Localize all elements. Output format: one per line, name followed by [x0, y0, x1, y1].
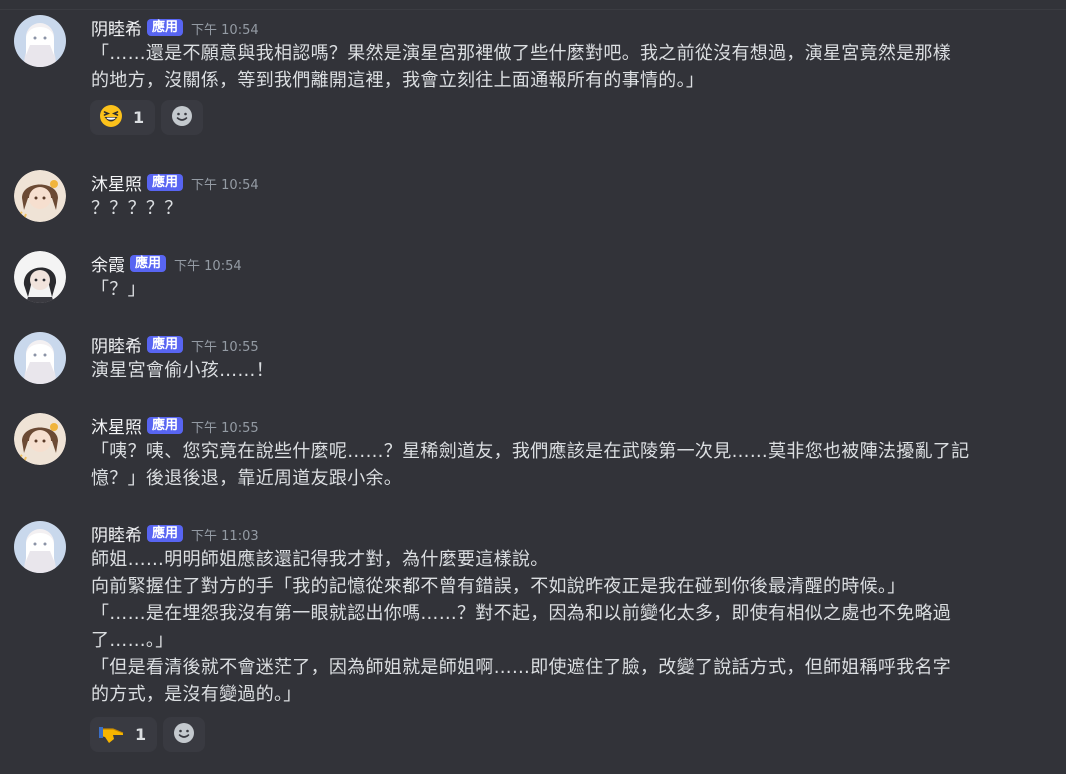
message-content: 「？」 — [91, 276, 1041, 303]
reactions-bar: 1 — [90, 100, 204, 135]
avatar[interactable] — [14, 332, 66, 384]
message-content: 「咦？咦、您究竟在說些什麼呢……？星稀劍道友，我們應該是在武陵第一次見……莫非您… — [91, 438, 1041, 492]
author-name[interactable]: 沐星照 — [91, 413, 142, 438]
top-divider — [0, 0, 1066, 10]
message-line: ？？？？？ — [91, 198, 183, 219]
avatar[interactable] — [14, 251, 66, 303]
smile-plus-icon — [173, 722, 195, 748]
smile-plus-icon — [171, 105, 193, 131]
timestamp[interactable]: 下午 10:54 — [191, 174, 259, 193]
add-reaction-button[interactable] — [161, 100, 204, 135]
author-name[interactable]: 阴睦希 — [91, 15, 142, 40]
avatar[interactable] — [14, 413, 66, 465]
timestamp[interactable]: 下午 11:03 — [191, 525, 259, 544]
message-line: 演星宮會偷小孩……！ — [91, 360, 274, 381]
author-name[interactable]: 余霞 — [91, 251, 125, 276]
message-line: 了……。」 — [91, 630, 174, 651]
app-badge: 應用 — [147, 173, 184, 191]
reaction-count: 1 — [135, 725, 147, 744]
message-line: 「……還是不願意與我相認嗎？果然是演星宮那裡做了些什麼對吧。我之前從沒有想過，演… — [91, 43, 952, 64]
reaction-pointing-hand[interactable]: 1 — [90, 717, 158, 752]
message-content: 師姐……明明師姐應該還記得我才對，為什麼要這樣說。 向前緊握住了對方的手「我的記… — [91, 546, 1041, 708]
timestamp[interactable]: 下午 10:55 — [191, 336, 259, 355]
message-content: 演星宮會偷小孩……！ — [91, 357, 1041, 384]
message-content: ？？？？？ — [91, 195, 1041, 222]
app-badge: 應用 — [147, 524, 184, 542]
avatar[interactable] — [14, 15, 66, 67]
timestamp[interactable]: 下午 10:55 — [191, 417, 259, 436]
author-name[interactable]: 阴睦希 — [91, 332, 142, 357]
message-content: 「……還是不願意與我相認嗎？果然是演星宮那裡做了些什麼對吧。我之前從沒有想過，演… — [91, 40, 1041, 94]
timestamp[interactable]: 下午 10:54 — [174, 255, 242, 274]
message-line: 的地方，沒關係，等到我們離開這裡，我會立刻往上面通報所有的事情的。」 — [91, 70, 705, 91]
pointing-hand-icon — [99, 721, 125, 749]
reactions-bar: 1 — [90, 717, 206, 752]
message-line: 「？」 — [91, 279, 146, 300]
message-line: 師姐……明明師姐應該還記得我才對，為什麼要這樣說。 — [91, 549, 549, 570]
reaction-grinning-squinting[interactable]: 1 — [90, 100, 156, 135]
grinning-squinting-face-icon — [99, 104, 123, 132]
reaction-count: 1 — [133, 108, 145, 127]
message-line: 「咦？咦、您究竟在說些什麼呢……？星稀劍道友，我們應該是在武陵第一次見……莫非您… — [91, 441, 970, 462]
app-badge: 應用 — [147, 335, 184, 353]
app-badge: 應用 — [147, 18, 184, 36]
add-reaction-button[interactable] — [163, 717, 206, 752]
avatar[interactable] — [14, 521, 66, 573]
app-badge: 應用 — [147, 416, 184, 434]
app-badge: 應用 — [130, 254, 167, 272]
author-name[interactable]: 阴睦希 — [91, 521, 142, 546]
message-line: 「……是在埋怨我沒有第一眼就認出你嗎……？對不起，因為和以前變化太多，即使有相似… — [91, 603, 952, 624]
timestamp[interactable]: 下午 10:54 — [191, 19, 259, 38]
avatar[interactable] — [14, 170, 66, 222]
message-line: 的方式，是沒有變過的。」 — [91, 684, 302, 705]
message-line: 憶？」後退後退，靠近周道友跟小余。 — [91, 468, 403, 489]
message-line: 「但是看清後就不會迷茫了，因為師姐就是師姐啊……即使遮住了臉，改變了說話方式，但… — [91, 657, 952, 678]
author-name[interactable]: 沐星照 — [91, 170, 142, 195]
message-line: 向前緊握住了對方的手「我的記憶從來都不曾有錯誤，不如說昨夜正是我在碰到你後最清醒… — [91, 576, 906, 597]
